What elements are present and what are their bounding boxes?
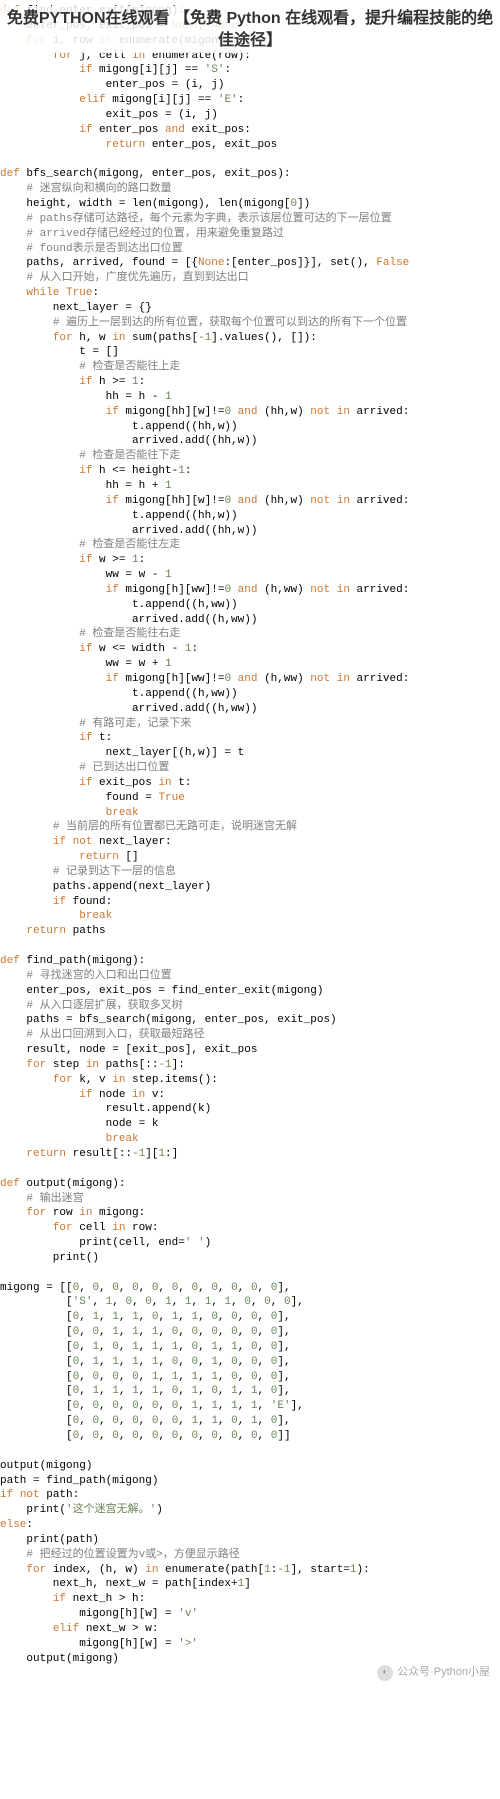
page-title: 免费PYTHON在线观看 【免费 Python 在线观看，提升编程技能的绝佳途径… — [0, 6, 500, 53]
watermark: ◐ 公众号·Python小屋 — [377, 1665, 490, 1681]
watermark-text: 公众号·Python小屋 — [397, 1665, 490, 1680]
code-block: def find_enter_exit(migong): enter_pos, … — [0, 0, 500, 1687]
wechat-icon: ◐ — [377, 1665, 393, 1681]
